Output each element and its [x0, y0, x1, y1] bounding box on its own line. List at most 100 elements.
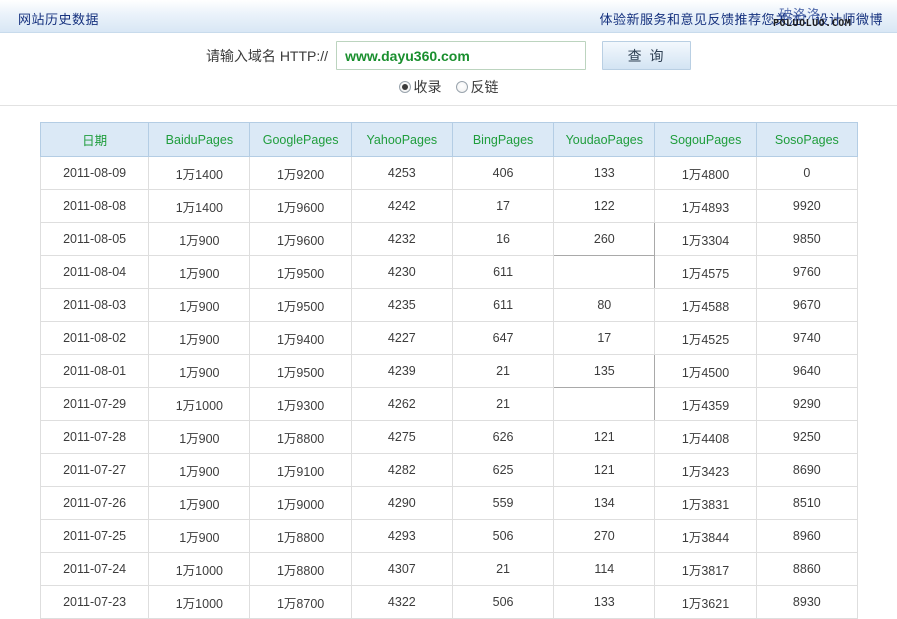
- cell-sosopages: 9670: [756, 289, 857, 322]
- domain-input-label: 请输入域名 HTTP://: [206, 46, 328, 66]
- cell-yahoopages: 4230: [351, 256, 452, 289]
- cell-sosopages: 9640: [756, 355, 857, 388]
- cell-bingpages: 16: [452, 223, 553, 256]
- cell-youdaopages: 135: [554, 355, 655, 388]
- cell-sogoupages: 1万3844: [655, 520, 756, 553]
- cell-baidupages: 1万1400: [149, 157, 250, 190]
- cell-sosopages: 8860: [756, 553, 857, 586]
- column-header-yahoopages[interactable]: YahooPages: [351, 123, 452, 157]
- cell-yahoopages: 4235: [351, 289, 452, 322]
- history-table: 日期 BaiduPages GooglePages YahooPages Bin…: [40, 122, 858, 619]
- cell-baidupages: 1万900: [149, 289, 250, 322]
- column-header-sogoupages[interactable]: SogouPages: [655, 123, 756, 157]
- cell-bingpages: 21: [452, 355, 553, 388]
- cell-bingpages: 406: [452, 157, 553, 190]
- cell-bingpages: 626: [452, 421, 553, 454]
- top-bar: 网站历史数据 体验新服务和意见反馈推荐您关注：设计师微博 破洛洛 POLUOLU…: [0, 0, 897, 33]
- cell-date: 2011-08-01: [41, 355, 149, 388]
- cell-bingpages: 506: [452, 520, 553, 553]
- cell-sogoupages: 1万3423: [655, 454, 756, 487]
- cell-sogoupages: 1万4359: [655, 388, 756, 421]
- cell-baidupages: 1万900: [149, 355, 250, 388]
- cell-date: 2011-07-29: [41, 388, 149, 421]
- cell-baidupages: 1万900: [149, 487, 250, 520]
- cell-yahoopages: 4232: [351, 223, 452, 256]
- cell-youdaopages: 17: [554, 322, 655, 355]
- table-row: 2011-07-251万9001万880042935062701万3844896…: [41, 520, 858, 553]
- cell-date: 2011-07-25: [41, 520, 149, 553]
- cell-sosopages: 9740: [756, 322, 857, 355]
- cell-yahoopages: 4275: [351, 421, 452, 454]
- search-row: 请输入域名 HTTP:// 查 询: [0, 41, 897, 70]
- history-table-container: 日期 BaiduPages GooglePages YahooPages Bin…: [0, 106, 897, 619]
- cell-date: 2011-08-08: [41, 190, 149, 223]
- radio-option-backlinks[interactable]: 反链: [456, 77, 499, 97]
- cell-googlepages: 1万9100: [250, 454, 351, 487]
- cell-youdaopages: 122: [554, 190, 655, 223]
- cell-bingpages: 611: [452, 289, 553, 322]
- query-button[interactable]: 查 询: [602, 41, 691, 70]
- table-row: 2011-08-041万9001万950042306111万45759760: [41, 256, 858, 289]
- cell-youdaopages: 134: [554, 487, 655, 520]
- column-header-date[interactable]: 日期: [41, 123, 149, 157]
- cell-youdaopages: 80: [554, 289, 655, 322]
- cell-date: 2011-07-23: [41, 586, 149, 619]
- cell-sosopages: 8960: [756, 520, 857, 553]
- column-header-sosopages[interactable]: SosoPages: [756, 123, 857, 157]
- column-header-youdaopages[interactable]: YoudaoPages: [554, 123, 655, 157]
- cell-baidupages: 1万1400: [149, 190, 250, 223]
- cell-yahoopages: 4322: [351, 586, 452, 619]
- cell-googlepages: 1万9400: [250, 322, 351, 355]
- column-header-googlepages[interactable]: GooglePages: [250, 123, 351, 157]
- cell-youdaopages: 114: [554, 553, 655, 586]
- column-header-bingpages[interactable]: BingPages: [452, 123, 553, 157]
- cell-sogoupages: 1万4575: [655, 256, 756, 289]
- radio-label-indexed: 收录: [414, 77, 442, 97]
- cell-sosopages: 9290: [756, 388, 857, 421]
- cell-baidupages: 1万900: [149, 454, 250, 487]
- cell-baidupages: 1万900: [149, 520, 250, 553]
- table-row: 2011-07-271万9001万910042826251211万3423869…: [41, 454, 858, 487]
- radio-dot-icon[interactable]: [456, 81, 468, 93]
- cell-baidupages: 1万900: [149, 322, 250, 355]
- cell-googlepages: 1万9300: [250, 388, 351, 421]
- cell-baidupages: 1万1000: [149, 586, 250, 619]
- cell-googlepages: 1万9600: [250, 190, 351, 223]
- table-row: 2011-07-291万10001万93004262211万43599290: [41, 388, 858, 421]
- cell-bingpages: 17: [452, 190, 553, 223]
- cell-date: 2011-07-27: [41, 454, 149, 487]
- radio-option-indexed[interactable]: 收录: [399, 77, 442, 97]
- cell-sosopages: 9850: [756, 223, 857, 256]
- cell-youdaopages: 260: [554, 223, 655, 256]
- cell-bingpages: 506: [452, 586, 553, 619]
- domain-input[interactable]: [336, 41, 586, 70]
- cell-googlepages: 1万9500: [250, 256, 351, 289]
- cell-date: 2011-07-28: [41, 421, 149, 454]
- promo-text[interactable]: 体验新服务和意见反馈推荐您关注：设计师微博: [599, 9, 883, 28]
- cell-bingpages: 625: [452, 454, 553, 487]
- cell-yahoopages: 4307: [351, 553, 452, 586]
- cell-yahoopages: 4282: [351, 454, 452, 487]
- radio-dot-icon[interactable]: [399, 81, 411, 93]
- table-row: 2011-07-261万9001万900042905591341万3831851…: [41, 487, 858, 520]
- cell-yahoopages: 4239: [351, 355, 452, 388]
- cell-sosopages: 8510: [756, 487, 857, 520]
- column-header-baidupages[interactable]: BaiduPages: [149, 123, 250, 157]
- cell-sosopages: 9250: [756, 421, 857, 454]
- cell-bingpages: 611: [452, 256, 553, 289]
- cell-date: 2011-08-05: [41, 223, 149, 256]
- cell-googlepages: 1万9500: [250, 355, 351, 388]
- cell-sogoupages: 1万4800: [655, 157, 756, 190]
- cell-sosopages: 9920: [756, 190, 857, 223]
- cell-sogoupages: 1万4893: [655, 190, 756, 223]
- cell-sosopages: 8690: [756, 454, 857, 487]
- cell-date: 2011-08-09: [41, 157, 149, 190]
- search-mode-radio-group: 收录 反链: [0, 77, 897, 97]
- cell-date: 2011-08-04: [41, 256, 149, 289]
- cell-googlepages: 1万8800: [250, 553, 351, 586]
- cell-yahoopages: 4227: [351, 322, 452, 355]
- cell-baidupages: 1万900: [149, 256, 250, 289]
- cell-sosopages: 0: [756, 157, 857, 190]
- cell-sogoupages: 1万4525: [655, 322, 756, 355]
- table-row: 2011-07-231万10001万870043225061331万362189…: [41, 586, 858, 619]
